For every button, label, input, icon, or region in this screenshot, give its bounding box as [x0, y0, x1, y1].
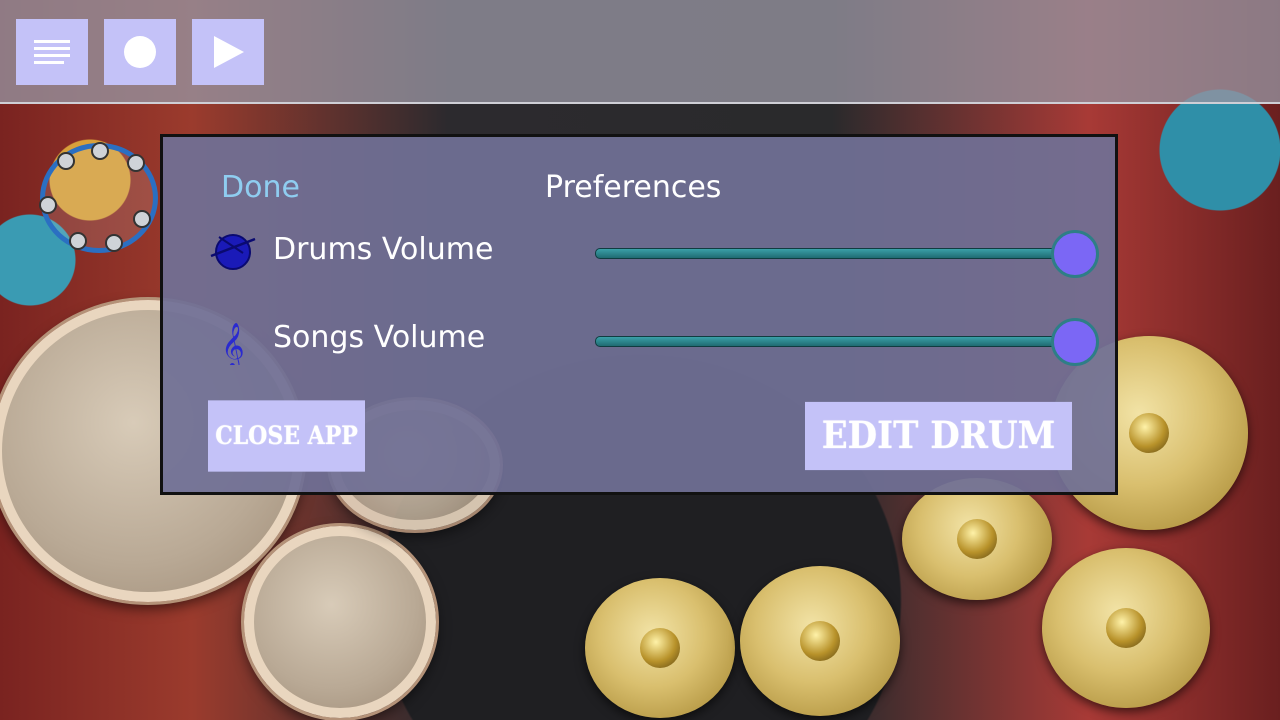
edit-drum-button[interactable]: EDIT DRUM: [805, 401, 1072, 471]
record-button[interactable]: [104, 19, 176, 85]
menu-button[interactable]: [16, 19, 88, 85]
drum-icon: [209, 231, 259, 271]
treble-clef-icon: 𝄞: [209, 317, 259, 371]
low-tom-drum[interactable]: [244, 526, 436, 718]
close-app-button[interactable]: CLOSE APP: [208, 400, 365, 472]
record-icon: [124, 36, 156, 68]
play-icon: [214, 36, 244, 68]
list-icon: [34, 40, 70, 64]
songs-volume-slider[interactable]: [595, 318, 1099, 366]
gong-bottom-mid[interactable]: [740, 566, 900, 716]
tambourine[interactable]: [39, 142, 158, 253]
gong-center-right[interactable]: [902, 478, 1052, 600]
slider-thumb[interactable]: [1051, 318, 1099, 366]
play-button[interactable]: [192, 19, 264, 85]
dialog-title: Preferences: [545, 170, 722, 205]
gong-bottom-right[interactable]: [1042, 548, 1210, 708]
slider-thumb[interactable]: [1051, 230, 1099, 278]
gong-bottom-left[interactable]: [585, 578, 735, 718]
done-button[interactable]: Done: [221, 170, 300, 205]
slider-track: [595, 336, 1077, 347]
svg-text:𝄞: 𝄞: [221, 323, 245, 365]
preferences-dialog: Done Preferences Drums Volume 𝄞 Songs Vo…: [160, 134, 1118, 495]
songs-volume-label: Songs Volume: [273, 320, 486, 355]
drums-volume-slider[interactable]: [595, 230, 1099, 278]
slider-track: [595, 248, 1077, 259]
top-toolbar: [0, 0, 1280, 104]
drums-volume-label: Drums Volume: [273, 232, 494, 267]
